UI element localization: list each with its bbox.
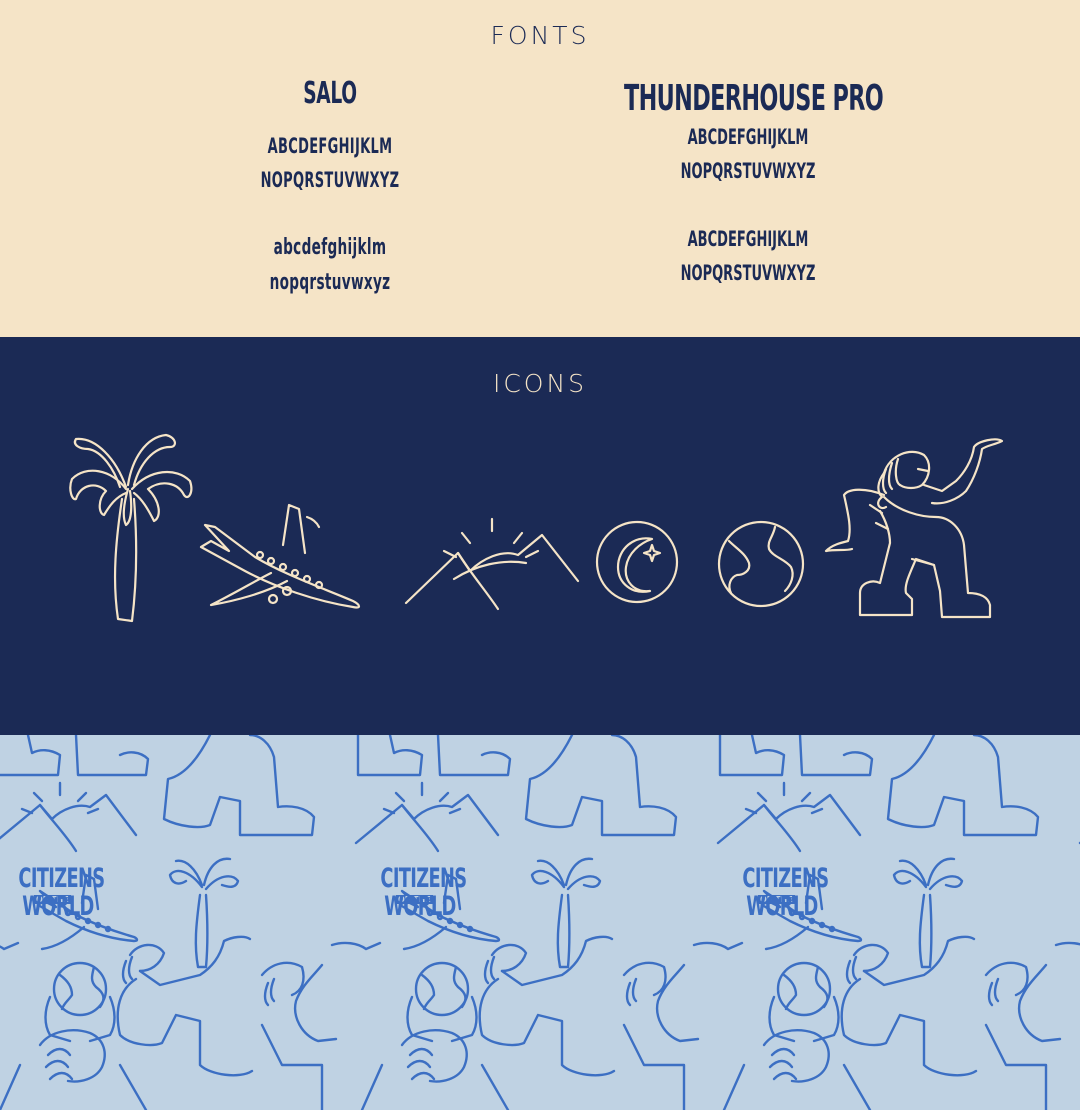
thunderhouse-set2-line-1: ABCDEFGHIJKLM [687,227,809,251]
moon-icon [594,519,680,605]
crouching-figure-icon [824,433,1006,623]
globe-icon [715,519,807,609]
salo-uppercase-line-2: NOPQRSTUVWXYZ [260,168,400,192]
salo-lowercase-line-1: abcdefghijklm [273,235,387,260]
logo-line-1: CITIZENS [742,863,829,894]
citizens-logo-2: CITIZENS OF THE WORLD [360,865,480,921]
thunderhouse-set1-line-2: NOPQRSTUVWXYZ [680,159,816,183]
citizens-logo-3: CITIZENS OF THE WORLD [722,865,842,921]
icons-title: ICONS [492,369,588,398]
salo-lowercase-line-2: nopqrstuvwxyz [269,270,391,295]
salo-uppercase-line-1: ABCDEFGHIJKLM [267,134,393,158]
pattern-section: CITIZENS OF THE WORLD CITIZENS OF THE WO… [0,735,1080,1110]
logo-line-2: WORLD [22,891,94,922]
salo-font-name: SALO [303,76,357,111]
icons-section: ICONS [0,337,1080,735]
logo-line-2: WORLD [384,891,456,922]
palm-tree-icon [66,429,198,624]
airplane-icon [195,497,363,612]
thunderhouse-set1-line-1: ABCDEFGHIJKLM [687,125,809,149]
logo-line-1: CITIZENS [380,863,467,894]
citizens-logo-1: CITIZENS OF THE WORLD [0,865,118,921]
fonts-section: FONTS SALO ABCDEFGHIJKLM NOPQRSTUVWXYZ a… [0,0,1080,337]
fonts-title: FONTS [490,21,590,50]
thunderhouse-set2-line-2: NOPQRSTUVWXYZ [680,261,816,285]
logo-line-1: CITIZENS [18,863,105,894]
thunderhouse-font-name: THUNDERHOUSE PRO [624,78,884,119]
sunrise-mountains-icon [402,517,582,615]
repeating-pattern-illustration [0,735,1080,1110]
logo-line-2: WORLD [746,891,818,922]
